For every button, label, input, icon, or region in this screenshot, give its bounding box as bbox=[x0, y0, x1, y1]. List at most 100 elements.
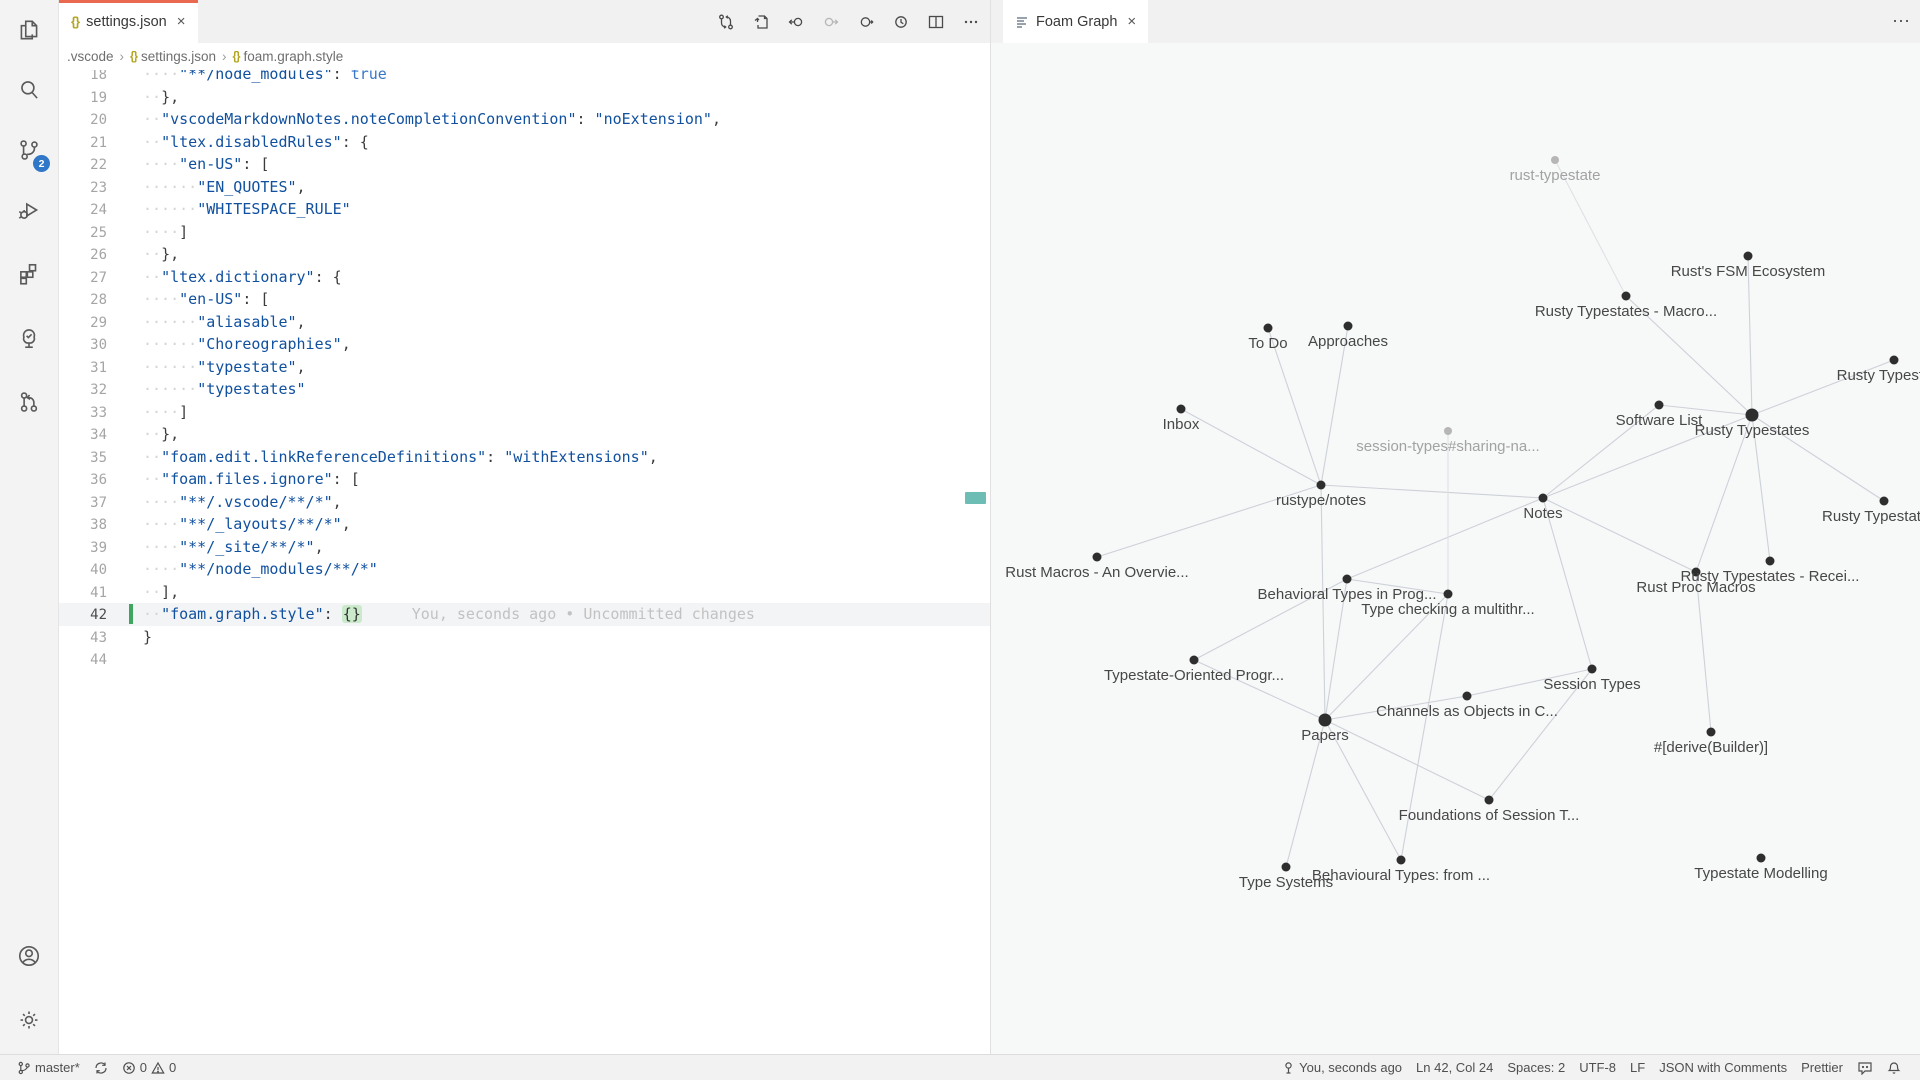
run-debug-icon[interactable] bbox=[0, 182, 58, 238]
code-line-28[interactable]: 28····"en-US": [ bbox=[59, 288, 990, 311]
close-tab-icon[interactable]: × bbox=[177, 13, 186, 30]
code-line-20[interactable]: 20··"vscodeMarkdownNotes.noteCompletionC… bbox=[59, 108, 990, 131]
graph-node-session-types[interactable] bbox=[1588, 665, 1597, 674]
graph-node-rt-mr[interactable] bbox=[1880, 497, 1889, 506]
foam-graph-canvas[interactable]: rust-typestate Rust's FSM Ecosystem Rusty … bbox=[991, 43, 1920, 1054]
graph-node-label[interactable]: rust-typestate bbox=[1510, 167, 1601, 184]
code-line-39[interactable]: 39····"**/_site/**/*", bbox=[59, 536, 990, 559]
git-compare-icon[interactable] bbox=[713, 9, 739, 35]
graph-node-label[interactable]: Foundations of Session T... bbox=[1399, 807, 1580, 824]
code-line-25[interactable]: 25····] bbox=[59, 221, 990, 244]
branch-status[interactable]: master* bbox=[10, 1055, 87, 1080]
gitlens-icon[interactable] bbox=[0, 374, 58, 430]
graph-node-label[interactable]: Type checking a multithr... bbox=[1361, 601, 1534, 618]
code-line-27[interactable]: 27··"ltex.dictionary": { bbox=[59, 266, 990, 289]
indentation[interactable]: Spaces: 2 bbox=[1500, 1055, 1572, 1080]
graph-node-label[interactable]: Rusty Typestates - Recei... bbox=[1681, 568, 1860, 585]
notifications[interactable] bbox=[1880, 1055, 1908, 1080]
explorer-icon[interactable] bbox=[0, 2, 58, 58]
graph-node-label[interactable]: Typestate-Oriented Progr... bbox=[1104, 667, 1284, 684]
breadcrumb-item[interactable]: .vscode bbox=[67, 49, 114, 64]
eol[interactable]: LF bbox=[1623, 1055, 1652, 1080]
code-line-31[interactable]: 31······"typestate", bbox=[59, 356, 990, 379]
testing-icon[interactable] bbox=[0, 310, 58, 366]
sync-status[interactable] bbox=[87, 1055, 115, 1080]
graph-node-label[interactable]: Rusty Typestates bbox=[1695, 422, 1810, 439]
graph-node-label[interactable]: Rusty Typestates bbox=[1837, 367, 1920, 384]
code-line-41[interactable]: 41··], bbox=[59, 581, 990, 604]
graph-node-label[interactable]: Inbox bbox=[1163, 416, 1200, 433]
graph-node-label[interactable]: Rust Macros - An Overvie... bbox=[1005, 564, 1188, 581]
graph-node-label[interactable]: Approaches bbox=[1308, 333, 1388, 350]
graph-node-label[interactable]: Rusty Typestates - bbox=[1822, 508, 1920, 525]
breadcrumb-item[interactable]: {}settings.json bbox=[130, 49, 216, 64]
graph-node-rustype-notes[interactable] bbox=[1317, 481, 1326, 490]
code-line-44[interactable]: 44 bbox=[59, 648, 990, 671]
cursor-position[interactable]: Ln 42, Col 24 bbox=[1409, 1055, 1500, 1080]
problems-status[interactable]: 00 bbox=[115, 1055, 183, 1080]
code-line-30[interactable]: 30······"Choreographies", bbox=[59, 333, 990, 356]
code-line-22[interactable]: 22····"en-US": [ bbox=[59, 153, 990, 176]
graph-node-fsm[interactable] bbox=[1744, 252, 1753, 261]
feedback[interactable] bbox=[1850, 1055, 1880, 1080]
graph-node-software-list[interactable] bbox=[1655, 401, 1664, 410]
language-mode[interactable]: JSON with Comments bbox=[1652, 1055, 1794, 1080]
graph-node-label[interactable]: Typestate Modelling bbox=[1694, 865, 1827, 882]
open-changes-icon[interactable] bbox=[853, 9, 879, 35]
more-actions-icon[interactable] bbox=[958, 9, 984, 35]
graph-node-type-systems[interactable] bbox=[1282, 863, 1291, 872]
graph-node-label[interactable]: Notes bbox=[1523, 505, 1562, 522]
graph-node-derive-builder[interactable] bbox=[1707, 728, 1716, 737]
code-line-43[interactable]: 43} bbox=[59, 626, 990, 649]
code-line-26[interactable]: 26··}, bbox=[59, 243, 990, 266]
graph-node-rt-macro[interactable] bbox=[1622, 292, 1631, 301]
graph-node-channels[interactable] bbox=[1463, 692, 1472, 701]
graph-node-foundations[interactable] bbox=[1485, 796, 1494, 805]
code-line-40[interactable]: 40····"**/node_modules/**/*" bbox=[59, 558, 990, 581]
graph-node-ts-oriented[interactable] bbox=[1190, 656, 1199, 665]
blame-status[interactable]: You, seconds ago bbox=[1275, 1055, 1409, 1080]
next-change-icon[interactable] bbox=[818, 9, 844, 35]
formatter[interactable]: Prettier bbox=[1794, 1055, 1850, 1080]
graph-node-label[interactable]: rustype/notes bbox=[1276, 492, 1366, 509]
graph-node-label[interactable]: Channels as Objects in C... bbox=[1376, 703, 1558, 720]
code-line-37[interactable]: 37····"**/.vscode/**/*", bbox=[59, 491, 990, 514]
graph-node-label[interactable]: Behavioural Types: from ... bbox=[1312, 867, 1490, 884]
tab-foam-graph[interactable]: Foam Graph × bbox=[1003, 0, 1148, 43]
tab-settings-json[interactable]: {} settings.json × bbox=[59, 0, 198, 43]
graph-node-type-checking[interactable] bbox=[1444, 590, 1453, 599]
code-line-24[interactable]: 24······"WHITESPACE_RULE" bbox=[59, 198, 990, 221]
code-line-29[interactable]: 29······"aliasable", bbox=[59, 311, 990, 334]
graph-node-rt-hub[interactable] bbox=[1746, 409, 1759, 422]
graph-node-rt-tr[interactable] bbox=[1890, 356, 1899, 365]
graph-node-label[interactable]: To Do bbox=[1248, 335, 1287, 352]
graph-node-rt-recei[interactable] bbox=[1766, 557, 1775, 566]
graph-node-rust-macros[interactable] bbox=[1093, 553, 1102, 562]
graph-node-label[interactable]: #[derive(Builder)] bbox=[1654, 739, 1768, 756]
panel-more-actions[interactable]: ⋯ bbox=[1892, 0, 1910, 43]
graph-node-todo[interactable] bbox=[1264, 324, 1273, 333]
graph-node-st-ph[interactable] bbox=[1444, 427, 1452, 435]
graph-node-label[interactable]: Rust's FSM Ecosystem bbox=[1671, 263, 1826, 280]
code-line-42[interactable]: 42··"foam.graph.style": {}You, seconds a… bbox=[59, 603, 990, 626]
code-line-35[interactable]: 35··"foam.edit.linkReferenceDefinitions"… bbox=[59, 446, 990, 469]
graph-node-inbox[interactable] bbox=[1177, 405, 1186, 414]
encoding[interactable]: UTF-8 bbox=[1572, 1055, 1623, 1080]
graph-node-notes[interactable] bbox=[1539, 494, 1548, 503]
previous-change-icon[interactable] bbox=[783, 9, 809, 35]
extensions-icon[interactable] bbox=[0, 246, 58, 302]
history-icon[interactable] bbox=[888, 9, 914, 35]
graph-node-label[interactable]: Session Types bbox=[1543, 676, 1640, 693]
code-line-38[interactable]: 38····"**/_layouts/**/*", bbox=[59, 513, 990, 536]
graph-node-label[interactable]: Rusty Typestates - Macro... bbox=[1535, 303, 1717, 320]
account-icon[interactable] bbox=[0, 928, 58, 984]
code-line-36[interactable]: 36··"foam.files.ignore": [ bbox=[59, 468, 990, 491]
code-line-32[interactable]: 32······"typestates" bbox=[59, 378, 990, 401]
foam-graph-svg[interactable]: rust-typestate Rust's FSM Ecosystem Rusty … bbox=[991, 43, 1920, 1054]
source-control-icon[interactable]: 2 bbox=[0, 122, 58, 178]
search-icon[interactable] bbox=[0, 62, 58, 118]
graph-node-approaches[interactable] bbox=[1344, 322, 1353, 331]
code-editor[interactable]: 18····"**/node_modules": true19··},20··"… bbox=[59, 70, 990, 1054]
code-line-33[interactable]: 33····] bbox=[59, 401, 990, 424]
code-line-19[interactable]: 19··}, bbox=[59, 86, 990, 109]
